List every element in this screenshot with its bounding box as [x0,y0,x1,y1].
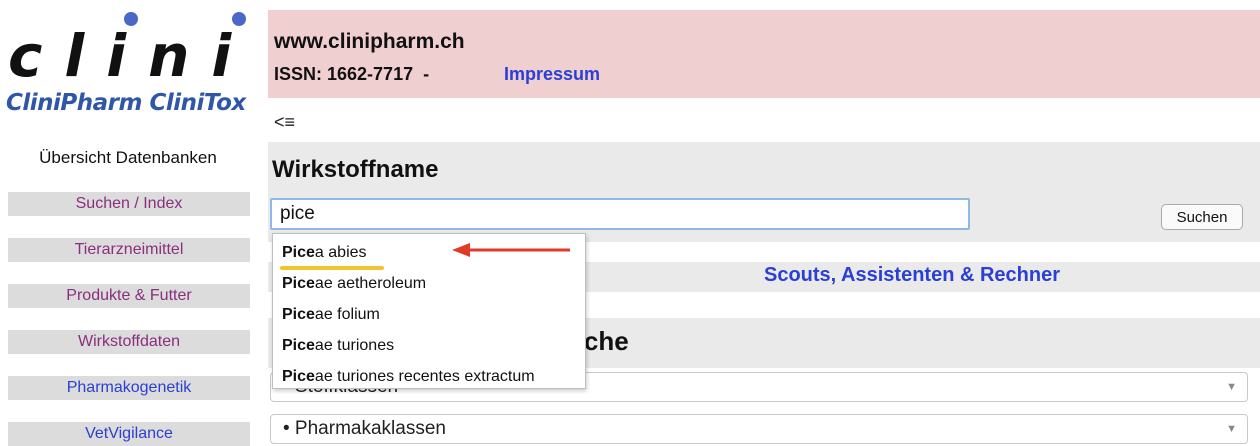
pharmakaklassen-select[interactable]: • Pharmakaklassen ▼ [270,414,1248,444]
sidebar-item-produkte-futter[interactable]: Produkte & Futter [8,284,250,308]
item-rest: a abies [314,244,367,261]
match-text: Pice [282,337,315,354]
site-url: www.clinipharm.ch [274,30,465,53]
sidebar: clini CliniPharm CliniTox Übersicht Date… [0,0,262,446]
overview-databases-label: Übersicht Datenbanken [39,148,217,167]
search-button[interactable]: Suchen [1161,204,1243,230]
autocomplete-item[interactable]: Piceae turiones recentes extractum [282,368,535,386]
scouts-link[interactable]: Scouts, Assistenten & Rechner [764,264,1060,287]
match-text: Pice [282,244,315,261]
site-header: www.clinipharm.ch ISSN: 1662-7717 - Impr… [268,10,1260,98]
issn-label: ISSN: 1662-7717 - [274,64,430,84]
autocomplete-item[interactable]: Picea abies [282,244,367,262]
item-rest: ae aetheroleum [314,275,427,292]
sidebar-item-wirkstoffdaten[interactable]: Wirkstoffdaten [8,330,250,354]
item-rest: ae turiones [314,337,395,354]
match-text: Pice [282,306,315,323]
match-text: Pice [282,368,315,385]
chevron-down-icon: ▼ [1226,423,1237,435]
panel-title: Wirkstoffname [272,156,439,183]
sidebar-item-search-index[interactable]: Suchen / Index [8,192,250,216]
logo-wordmark: clini [8,22,254,90]
back-menu-icon[interactable]: <≡ [274,112,295,133]
annotation-arrow-icon [452,243,570,257]
sidebar-item-vetvigilance[interactable]: VetVigilance [8,422,250,446]
highlight-underline [280,266,384,270]
sidebar-item-tierarzneimittel[interactable]: Tierarzneimittel [8,238,250,262]
select-value: • Pharmakaklassen [283,418,446,439]
item-rest: ae turiones recentes extractum [314,368,535,385]
autocomplete-item[interactable]: Piceae folium [282,306,380,324]
autocomplete-item[interactable]: Piceae turiones [282,337,394,355]
search-panel: Wirkstoffname Suchen [268,142,1260,242]
chevron-down-icon: ▼ [1226,381,1237,393]
match-text: Pice [282,275,315,292]
sidebar-item-pharmakogenetik[interactable]: Pharmakogenetik [8,376,250,400]
impressum-link[interactable]: Impressum [504,64,600,85]
logo-subtitle: CliniPharm CliniTox [6,90,246,116]
search-input[interactable] [270,198,970,230]
autocomplete-item[interactable]: Piceae aetheroleum [282,275,426,293]
item-rest: ae folium [314,306,380,323]
